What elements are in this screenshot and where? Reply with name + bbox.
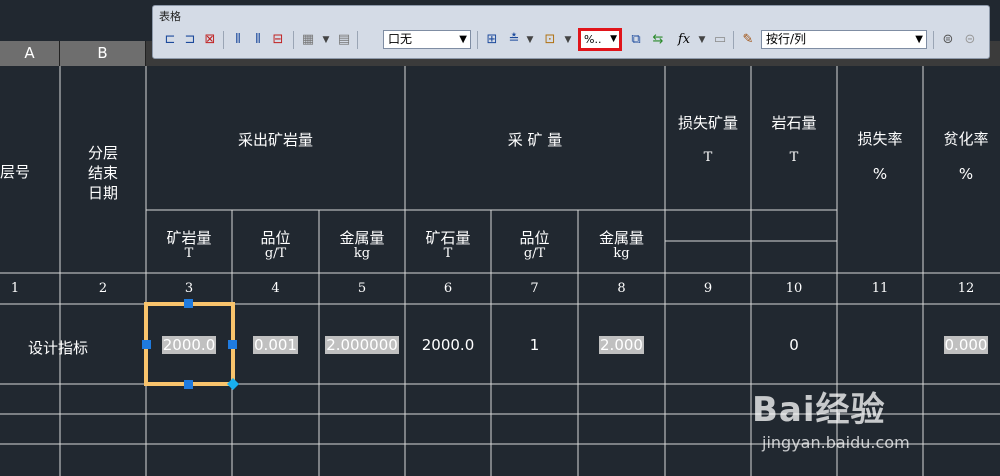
toolbar-row: ⊏ ⊐ ⊠ ⫴ ⫴ ⊟ ▦ ▼ ▤ 口无 ▼ ⊞ ≛ ▼ ⊡ ▼ %.. ▼ ⧉…: [159, 28, 985, 51]
manage-cell-content-icon[interactable]: ▭: [711, 31, 729, 49]
chevron-down-icon[interactable]: ▼: [317, 31, 335, 49]
watermark: Bai经验 jingyan.baidu.com: [752, 382, 910, 452]
grip-right[interactable]: [228, 340, 237, 349]
row-col-value: 按行/列: [766, 32, 807, 46]
download-data-icon[interactable]: ⊝: [961, 31, 979, 49]
merge-cells-icon[interactable]: ▦: [299, 31, 317, 49]
cell-borders-icon[interactable]: ⊞: [483, 31, 501, 49]
delete-row-icon[interactable]: ⊠: [201, 31, 219, 49]
grip-autofill[interactable]: [227, 378, 239, 390]
toolbar-separator: [357, 31, 358, 49]
insert-block-icon[interactable]: ⧉: [627, 31, 645, 49]
data-format-label: %..: [584, 33, 602, 46]
link-table-icon[interactable]: ⊜: [939, 31, 957, 49]
insert-col-right-icon[interactable]: ⫴: [249, 31, 267, 49]
toolbar-separator: [933, 31, 934, 49]
formula-icon[interactable]: fx: [675, 31, 693, 49]
grip-top[interactable]: [184, 299, 193, 308]
insert-field-icon[interactable]: ⇆: [649, 31, 667, 49]
data-format-button[interactable]: %.. ▼: [578, 28, 622, 51]
watermark-url: jingyan.baidu.com: [762, 433, 910, 452]
border-style-value: 口无: [388, 32, 413, 46]
chevron-down-icon[interactable]: ▼: [693, 31, 711, 49]
insert-col-left-icon[interactable]: ⫴: [229, 31, 247, 49]
insert-row-below-icon[interactable]: ⊐: [181, 31, 199, 49]
chevron-down-icon[interactable]: ▼: [521, 31, 539, 49]
grip-bottom[interactable]: [184, 380, 193, 389]
selection-frame[interactable]: [144, 302, 235, 386]
chevron-down-icon: ▼: [459, 34, 467, 45]
lock-cell-icon[interactable]: ⊡: [541, 31, 559, 49]
watermark-brand: Bai经验: [752, 390, 886, 430]
chevron-down-icon: ▼: [610, 34, 617, 44]
chevron-down-icon: ▼: [915, 34, 923, 45]
row-col-dropdown[interactable]: 按行/列 ▼: [761, 30, 927, 49]
unmerge-cells-icon[interactable]: ▤: [335, 31, 353, 49]
toolbar-title: 表格: [159, 10, 181, 23]
table-toolbar: 表格 ⊏ ⊐ ⊠ ⫴ ⫴ ⊟ ▦ ▼ ▤ 口无 ▼ ⊞ ≛ ▼ ⊡ ▼ %.. …: [152, 5, 990, 59]
chevron-down-icon[interactable]: ▼: [559, 31, 577, 49]
toolbar-separator: [733, 31, 734, 49]
toolbar-separator: [477, 31, 478, 49]
delete-col-icon[interactable]: ⊟: [269, 31, 287, 49]
insert-row-above-icon[interactable]: ⊏: [161, 31, 179, 49]
border-style-dropdown[interactable]: 口无 ▼: [383, 30, 471, 49]
grip-left[interactable]: [142, 340, 151, 349]
match-cell-icon[interactable]: ✎: [739, 31, 757, 49]
toolbar-separator: [223, 31, 224, 49]
toolbar-separator: [293, 31, 294, 49]
